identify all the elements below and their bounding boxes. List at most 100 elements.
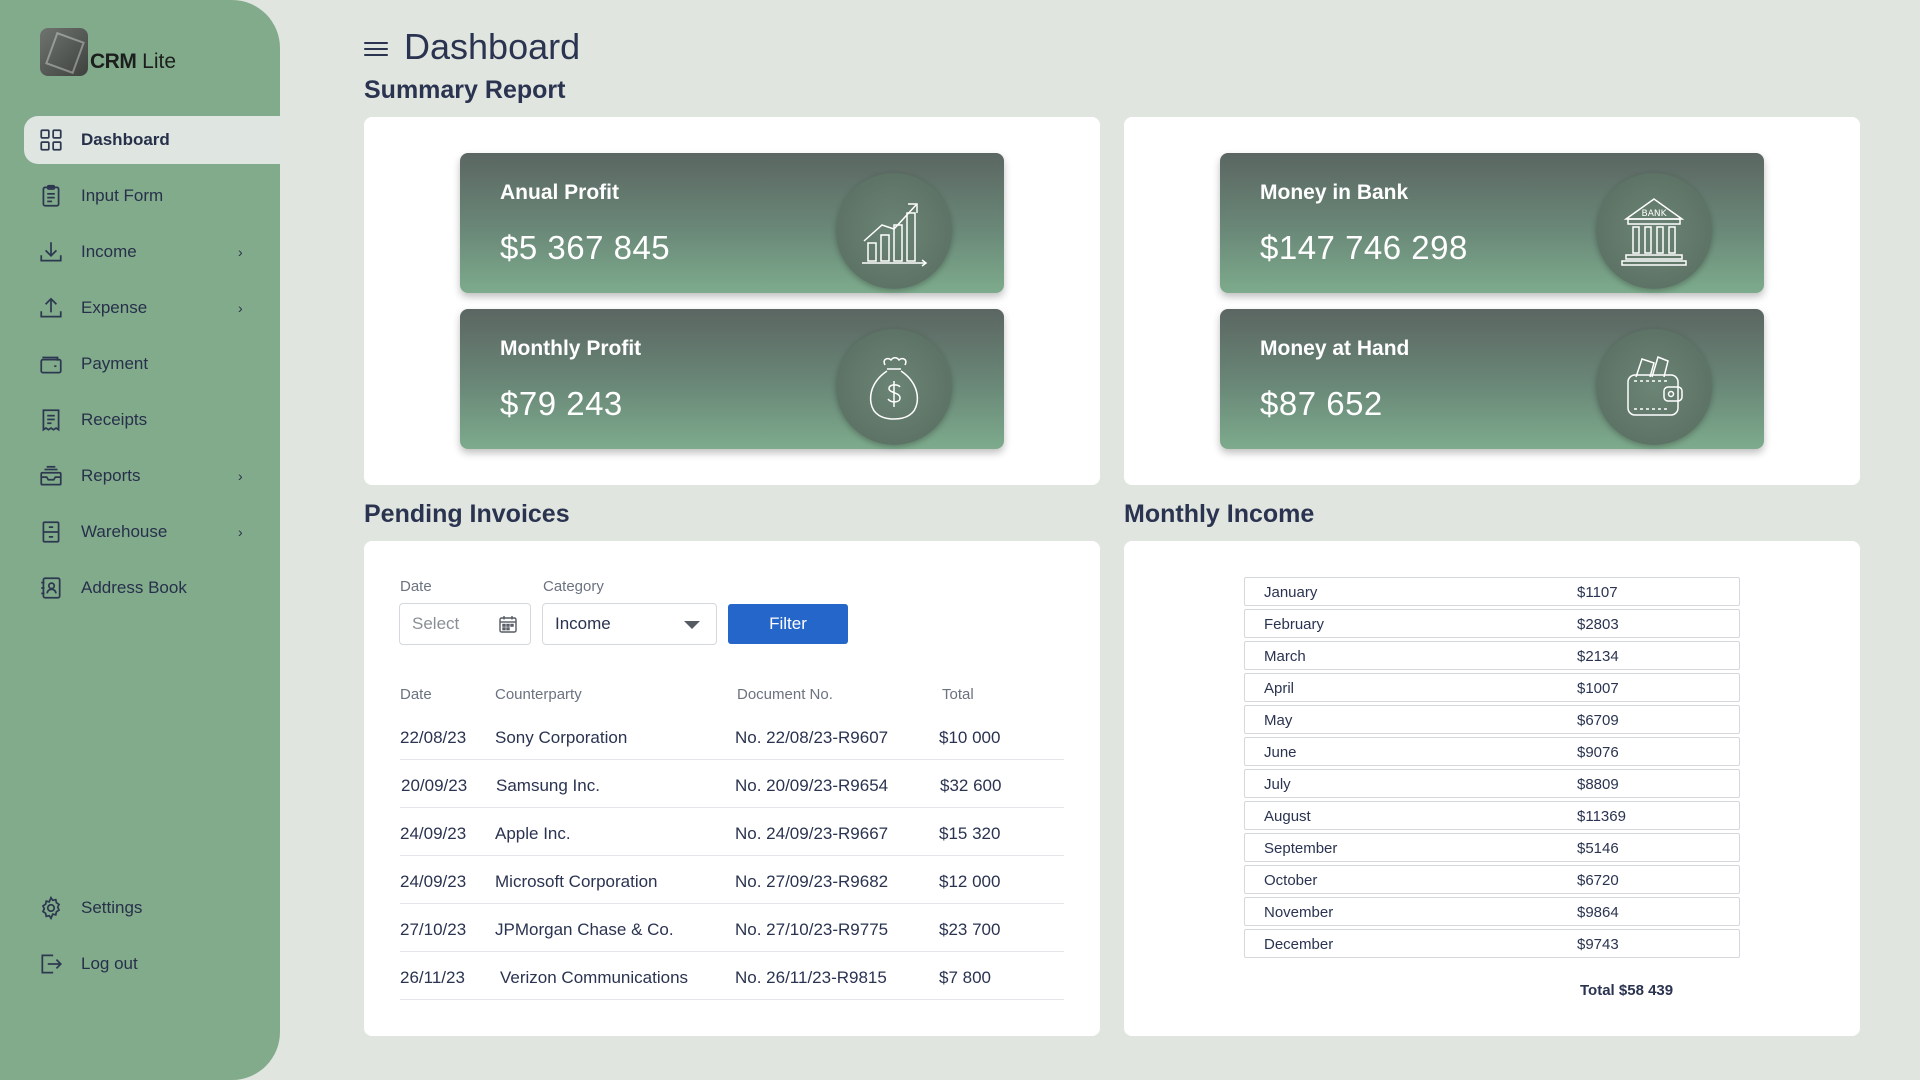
list-item: December $9743 bbox=[1244, 929, 1740, 958]
list-item: August $11369 bbox=[1244, 801, 1740, 830]
card-value: $147 746 298 bbox=[1260, 229, 1468, 266]
sidebar-item-dashboard[interactable]: Dashboard bbox=[24, 116, 280, 164]
sidebar-item-receipts[interactable]: Receipts bbox=[24, 396, 280, 444]
sidebar-item-logout[interactable]: Log out bbox=[24, 940, 280, 988]
wallet-icon bbox=[38, 351, 64, 377]
list-item: February $2803 bbox=[1244, 609, 1740, 638]
brand-name: CRM Lite bbox=[90, 50, 177, 73]
month-name: June bbox=[1264, 744, 1297, 761]
month-income: $9076 bbox=[1577, 744, 1619, 761]
list-item: June $9076 bbox=[1244, 737, 1740, 766]
list-item: November $9864 bbox=[1244, 897, 1740, 926]
logout-icon bbox=[38, 951, 64, 977]
table-row[interactable]: 24/09/23 Apple Inc. No. 24/09/23-R9667 $… bbox=[400, 808, 1064, 856]
money-at-hand-card[interactable]: Money at Hand $87 652 bbox=[1220, 309, 1764, 449]
monthly-profit-card[interactable]: Monthly Profit $79 243 bbox=[460, 309, 1004, 449]
sidebar-bottom-nav: Settings Log out bbox=[24, 884, 280, 996]
month-income: $2803 bbox=[1577, 616, 1619, 633]
table-row[interactable]: 27/10/23 JPMorgan Chase & Co. No. 27/10/… bbox=[400, 904, 1064, 952]
sidebar-item-label: Expense bbox=[81, 298, 148, 317]
sidebar-item-label: Dashboard bbox=[81, 130, 170, 149]
date-filter-placeholder: Select bbox=[412, 614, 460, 633]
month-income: $11369 bbox=[1577, 808, 1626, 825]
gear-icon bbox=[38, 895, 64, 921]
card-value: $5 367 845 bbox=[500, 229, 671, 266]
column-header-total: Total bbox=[942, 686, 974, 703]
sidebar-item-warehouse[interactable]: Warehouse › bbox=[24, 508, 280, 556]
card-title: Anual Profit bbox=[500, 181, 619, 204]
month-income: $8809 bbox=[1577, 776, 1619, 793]
list-item: July $8809 bbox=[1244, 769, 1740, 798]
summary-report-title: Summary Report bbox=[364, 76, 566, 104]
sidebar-item-label: Address Book bbox=[81, 578, 187, 597]
month-name: April bbox=[1264, 680, 1295, 697]
month-income: $1007 bbox=[1577, 680, 1619, 697]
month-name: May bbox=[1264, 712, 1293, 729]
sidebar-item-reports[interactable]: Reports › bbox=[24, 452, 280, 500]
inbox-icon bbox=[38, 463, 64, 489]
sidebar-item-income[interactable]: Income › bbox=[24, 228, 280, 276]
sidebar-item-input-form[interactable]: Input Form bbox=[24, 172, 280, 220]
sidebar-nav: Dashboard Input Form Income › Expense › … bbox=[24, 116, 280, 620]
invoice-total: $23 700 bbox=[939, 920, 1001, 939]
chevron-right-icon: › bbox=[238, 524, 243, 540]
invoice-total: $7 800 bbox=[939, 968, 991, 987]
sidebar-item-settings[interactable]: Settings bbox=[24, 884, 280, 932]
list-item: October $6720 bbox=[1244, 865, 1740, 894]
month-name: August bbox=[1264, 808, 1311, 825]
table-row[interactable]: 22/08/23 Sony Corporation No. 22/08/23-R… bbox=[400, 712, 1064, 760]
month-income: $5146 bbox=[1577, 840, 1619, 857]
invoice-counterparty: Apple Inc. bbox=[495, 824, 571, 843]
page-title: Dashboard bbox=[404, 26, 581, 67]
chevron-right-icon: › bbox=[238, 468, 243, 484]
app-logo[interactable]: CRM Lite bbox=[40, 28, 176, 76]
month-income: $9864 bbox=[1577, 904, 1619, 921]
invoice-counterparty: Verizon Communications bbox=[500, 968, 689, 987]
hamburger-icon bbox=[364, 42, 388, 44]
category-select[interactable]: Income bbox=[542, 603, 717, 645]
sidebar-item-address-book[interactable]: Address Book bbox=[24, 564, 280, 612]
sidebar-item-label: Income bbox=[81, 242, 137, 261]
category-filter-label: Category bbox=[543, 578, 604, 595]
date-filter-label: Date bbox=[400, 578, 432, 595]
card-value: $87 652 bbox=[1260, 385, 1383, 422]
sidebar: CRM Lite Dashboard Input Form Income › E… bbox=[0, 0, 280, 1080]
invoice-counterparty: Sony Corporation bbox=[495, 728, 628, 747]
bank-icon: BANK bbox=[1596, 173, 1712, 289]
sidebar-item-label: Settings bbox=[81, 898, 143, 917]
invoice-date: 24/09/23 bbox=[400, 872, 467, 891]
invoice-document-no: No. 20/09/23-R9654 bbox=[735, 776, 889, 795]
sidebar-item-label: Payment bbox=[81, 354, 149, 373]
table-row[interactable]: 20/09/23 Samsung Inc. No. 20/09/23-R9654… bbox=[400, 760, 1064, 808]
menu-toggle-button[interactable] bbox=[364, 38, 388, 58]
sidebar-item-payment[interactable]: Payment bbox=[24, 340, 280, 388]
filter-button[interactable]: Filter bbox=[728, 604, 848, 644]
invoice-document-no: No. 24/09/23-R9667 bbox=[735, 824, 889, 843]
svg-text:BANK: BANK bbox=[1642, 209, 1668, 219]
month-name: October bbox=[1264, 872, 1318, 889]
money-in-bank-card[interactable]: Money in Bank $147 746 298 BANK bbox=[1220, 153, 1764, 293]
annual-profit-card[interactable]: Anual Profit $5 367 845 bbox=[460, 153, 1004, 293]
invoice-date: 26/11/23 bbox=[400, 968, 465, 987]
invoice-total: $12 000 bbox=[939, 872, 1001, 891]
contact-book-icon bbox=[38, 575, 64, 601]
list-item: September $5146 bbox=[1244, 833, 1740, 862]
table-row[interactable]: 24/09/23 Microsoft Corporation No. 27/09… bbox=[400, 856, 1064, 904]
invoice-document-no: No. 26/11/23-R9815 bbox=[735, 968, 887, 987]
invoice-counterparty: JPMorgan Chase & Co. bbox=[495, 920, 674, 939]
month-name: September bbox=[1264, 840, 1338, 857]
month-income: $6709 bbox=[1577, 712, 1619, 729]
column-header-date: Date bbox=[400, 686, 432, 703]
monthly-income-title: Monthly Income bbox=[1124, 500, 1315, 528]
column-header-document-no: Document No. bbox=[737, 686, 833, 703]
invoice-total: $15 320 bbox=[939, 824, 1001, 843]
month-income: $2134 bbox=[1577, 648, 1619, 665]
month-name: February bbox=[1264, 616, 1325, 633]
date-filter-input[interactable]: Select bbox=[399, 603, 531, 645]
table-row[interactable]: 26/11/23 Verizon Communications No. 26/1… bbox=[400, 952, 1064, 1000]
sidebar-item-label: Warehouse bbox=[81, 522, 168, 541]
sidebar-item-expense[interactable]: Expense › bbox=[24, 284, 280, 332]
month-income: $1107 bbox=[1577, 584, 1618, 601]
month-name: March bbox=[1264, 648, 1306, 665]
invoice-date: 22/08/23 bbox=[400, 728, 467, 747]
